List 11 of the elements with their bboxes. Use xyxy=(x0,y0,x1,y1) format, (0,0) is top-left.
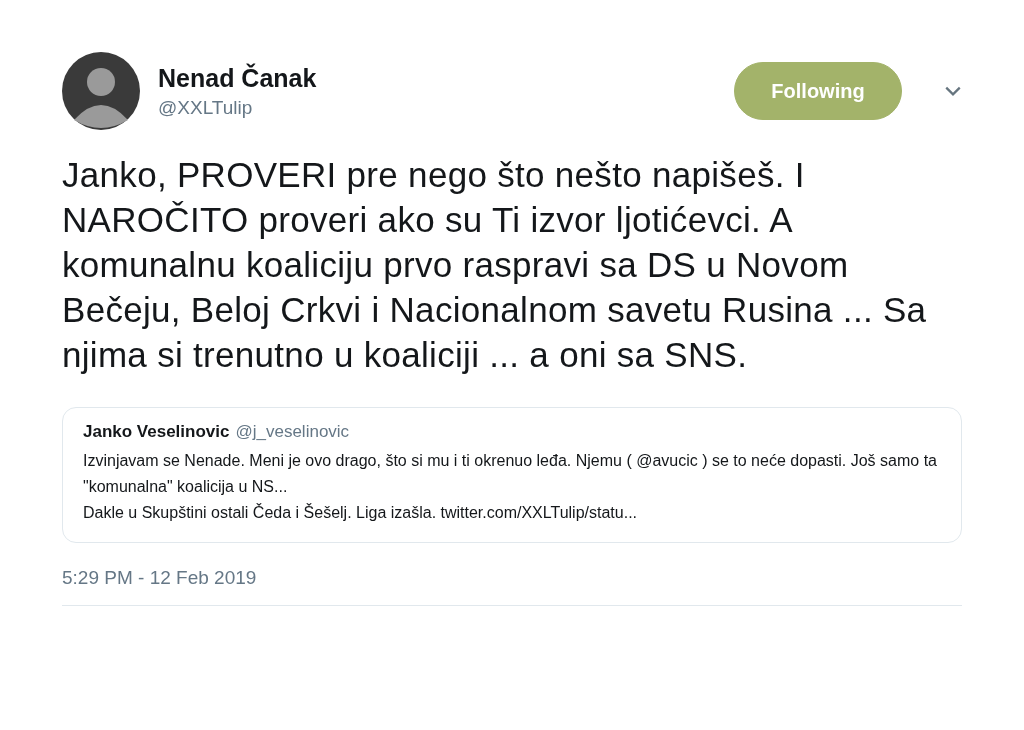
quoted-tweet-text: Izvinjavam se Nenade. Meni je ovo drago, što si mu i ti okrenuo leđa. Njemu ( @avucic ) se to neće dopasti. Još samo ta "komunalna" koalicija u NS... xyxy=(83,451,938,497)
quoted-author-name: Janko Veselinovic xyxy=(83,422,230,442)
quoted-author-handle: @j_veselinovic xyxy=(235,422,350,442)
quoted-tweet-text: Dakle u Skupštini ostali Čeda i Šešelj. Liga izašla. twitter.com/XXLTulip/statu... xyxy=(83,502,639,523)
author-handle[interactable]: @XXLTulip xyxy=(158,96,734,119)
tweet-timestamp[interactable]: 5:29 PM - 12 Feb 2019 xyxy=(62,567,257,589)
author-name[interactable]: Nenad Čanak xyxy=(158,63,734,93)
avatar-silhouette[interactable] xyxy=(62,52,140,130)
quoted-tweet-card[interactable] xyxy=(62,407,962,543)
chevron-down-icon[interactable] xyxy=(944,85,962,97)
tweet-text: Janko, PROVERI pre nego što nešto napišeš. I NAROČITO proveri ako su Ti izvor ljotićevci. A komunalnu koaliciju prvo raspravi sa DS u Novom Bečeju, Beloj Crkvi i Nacionalnom savetu Rusina ... Sa njima si trenutno u koaliciji ... a oni sa SNS. xyxy=(62,154,928,376)
